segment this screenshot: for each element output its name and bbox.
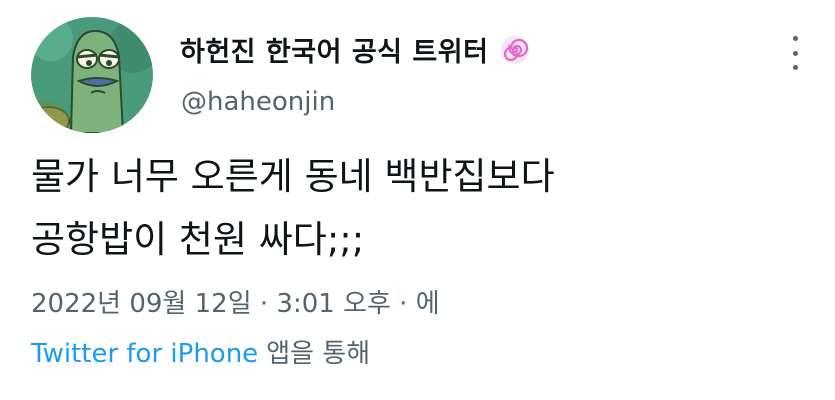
author-name-row: 하헌진 한국어 공식 트위터 bbox=[180, 30, 530, 69]
source-suffix: 앱을 통해 bbox=[266, 339, 371, 369]
avatar[interactable] bbox=[31, 17, 153, 133]
tweet-line: 공항밥이 천원 싸다;;; bbox=[31, 218, 365, 261]
more-dot bbox=[792, 36, 798, 41]
spiral-emoji-icon bbox=[501, 35, 530, 64]
more-dot bbox=[792, 50, 798, 56]
tweet-timestamp[interactable]: 2022년 09월 12일 · 3:01 오후 · 에 bbox=[31, 283, 440, 320]
author-handle[interactable]: @haheonjin bbox=[181, 87, 335, 117]
tweet-text: 물가 너무 오른게 동네 백반집보다 공항밥이 천원 싸다;;; bbox=[31, 145, 811, 271]
more-options-icon[interactable] bbox=[789, 36, 801, 70]
cartoon-fish-avatar-icon bbox=[31, 17, 153, 133]
source-app-link[interactable]: Twitter for iPhone bbox=[31, 339, 258, 369]
tweet-line: 물가 너무 오른게 동네 백반집보다 bbox=[31, 155, 555, 198]
more-dot bbox=[792, 65, 798, 70]
author-display-name[interactable]: 하헌진 한국어 공식 트위터 bbox=[180, 30, 488, 69]
tweet-source: Twitter for iPhone 앱을 통해 bbox=[31, 333, 370, 370]
